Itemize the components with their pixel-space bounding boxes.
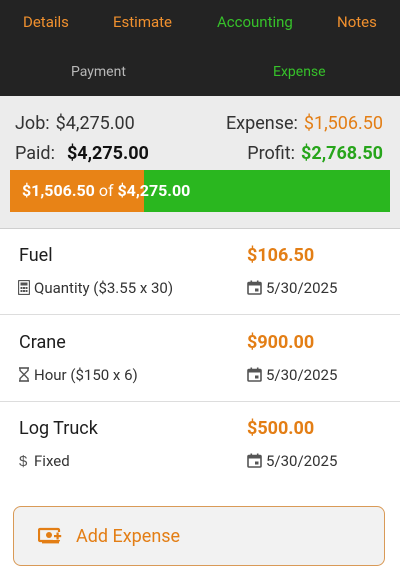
expense-name: Log Truck bbox=[19, 418, 98, 439]
expense-name: Crane bbox=[19, 332, 66, 353]
expense-detail: Hour ($150 x 6) bbox=[18, 366, 138, 384]
expense-detail-text: Quantity ($3.55 x 30) bbox=[34, 279, 174, 297]
expense-date-text: 5/30/2025 bbox=[266, 452, 338, 470]
dollar-icon: $ bbox=[19, 453, 28, 468]
add-expense-button[interactable]: Add Expense bbox=[13, 506, 385, 566]
progress-spent: $1,506.50 bbox=[22, 181, 95, 200]
subtab-payment[interactable]: Payment bbox=[71, 64, 126, 80]
top-navigation: Details Estimate Accounting Notes Paymen… bbox=[0, 0, 400, 96]
job-value: $4,275.00 bbox=[55, 113, 135, 134]
expense-detail: $ Fixed bbox=[18, 452, 70, 470]
expense-date: 5/30/2025 bbox=[247, 452, 337, 470]
expense-name: Fuel bbox=[19, 245, 53, 266]
tab-details[interactable]: Details bbox=[23, 13, 69, 31]
profit-total: Profit: $2,768.50 bbox=[247, 143, 383, 164]
progress-of: of bbox=[98, 181, 114, 200]
expense-total: Expense: $1,506.50 bbox=[226, 113, 383, 134]
expense-progress-bar: $1,506.50 of $4,275.00 bbox=[10, 170, 390, 212]
tab-accounting[interactable]: Accounting bbox=[217, 13, 293, 31]
expense-detail-text: Fixed bbox=[34, 452, 70, 470]
cash-add-icon bbox=[38, 527, 63, 544]
paid-total: Paid: $4,275.00 bbox=[15, 143, 149, 164]
job-total: Job: $4,275.00 bbox=[15, 113, 135, 134]
tab-notes[interactable]: Notes bbox=[337, 13, 377, 31]
calculator-icon bbox=[18, 280, 30, 295]
expense-label: Expense: bbox=[225, 113, 298, 134]
expense-progress-text: $1,506.50 of $4,275.00 bbox=[22, 181, 190, 200]
profit-value: $2,768.50 bbox=[301, 143, 383, 164]
expense-item-fuel[interactable]: Fuel $106.50 Quantity ($3.55 x 30) 5/30/… bbox=[0, 228, 400, 315]
subtab-expense[interactable]: Expense bbox=[273, 64, 326, 80]
paid-value: $4,275.00 bbox=[66, 143, 149, 164]
expense-amount: $500.00 bbox=[247, 418, 315, 439]
hourglass-icon bbox=[19, 367, 29, 382]
expense-item-log-truck[interactable]: Log Truck $500.00 $ Fixed 5/30/2025 bbox=[0, 401, 400, 487]
expense-detail-text: Hour ($150 x 6) bbox=[34, 366, 138, 384]
expense-date: 5/30/2025 bbox=[247, 279, 337, 297]
svg-text:$: $ bbox=[19, 453, 28, 468]
expense-date-text: 5/30/2025 bbox=[266, 366, 338, 384]
expense-value: $1,506.50 bbox=[303, 113, 383, 134]
profit-label: Profit: bbox=[247, 143, 296, 164]
expense-date-text: 5/30/2025 bbox=[266, 279, 338, 297]
expense-detail: Quantity ($3.55 x 30) bbox=[18, 279, 173, 297]
expense-amount: $900.00 bbox=[247, 332, 315, 353]
paid-label: Paid: bbox=[15, 143, 55, 164]
calendar-icon bbox=[247, 453, 262, 468]
expense-date: 5/30/2025 bbox=[247, 366, 337, 384]
expense-amount: $106.50 bbox=[247, 245, 315, 266]
calendar-icon bbox=[247, 367, 262, 382]
progress-total: $4,275.00 bbox=[117, 181, 191, 200]
expense-item-crane[interactable]: Crane $900.00 Hour ($150 x 6) 5/30/2025 bbox=[0, 315, 400, 402]
job-label: Job: bbox=[15, 113, 50, 134]
calendar-icon bbox=[247, 280, 262, 295]
tab-estimate[interactable]: Estimate bbox=[113, 13, 172, 31]
add-expense-label: Add Expense bbox=[76, 526, 181, 547]
